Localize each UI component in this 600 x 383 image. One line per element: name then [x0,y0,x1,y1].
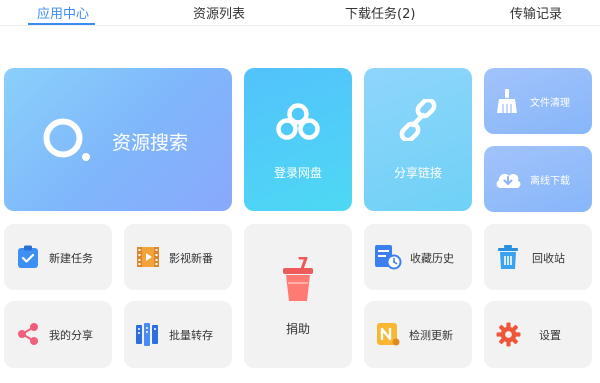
history-icon [375,245,402,270]
link-icon [399,99,437,141]
login-cloud-tile[interactable]: 登录网盘 [244,68,352,211]
batch-icon [136,323,158,346]
recycle-bin-tile[interactable]: 回收站 [484,224,592,290]
donate-tile[interactable]: 捐助 [244,224,352,368]
search-icon [43,118,90,161]
cloud-download-icon [496,173,521,188]
resource-search-label: 资源搜索 [112,132,189,154]
resource-search-tile[interactable]: 资源搜索 [4,68,232,211]
share-icon [18,323,38,345]
trash-icon [498,245,518,269]
favorites-history-tile[interactable]: 收藏历史 [364,224,472,290]
tab-app-center[interactable]: 应用中心 [37,3,89,22]
share-link-tile[interactable]: 分享链接 [364,68,472,211]
app-center-page: 应用中心 资源列表 下载任务(2) 传输记录 资源搜索 登录网盘 分享链接 文件… [0,0,600,383]
batch-save-label: 批量转存 [169,329,213,342]
settings-tile[interactable]: 设置 [484,301,592,368]
offline-download-tile[interactable]: 离线下载 [484,146,592,212]
my-share-tile[interactable]: 我的分享 [4,301,112,368]
nav-divider [0,25,600,26]
tab-download-tasks[interactable]: 下载任务(2) [345,3,415,22]
drink-cup-icon [283,257,313,301]
file-clean-tile[interactable]: 文件清理 [484,68,592,134]
favorites-history-label: 收藏历史 [410,252,454,265]
share-link-label: 分享链接 [394,166,443,180]
batch-save-tile[interactable]: 批量转存 [124,301,232,368]
tab-resource-list[interactable]: 资源列表 [193,3,245,22]
film-icon [137,247,159,267]
my-share-label: 我的分享 [49,329,93,342]
recycle-bin-label: 回收站 [532,252,565,265]
file-clean-label: 文件清理 [530,98,570,109]
new-task-label: 新建任务 [49,252,93,265]
top-tab-bar: 应用中心 资源列表 下载任务(2) 传输记录 [0,0,600,26]
new-task-tile[interactable]: 新建任务 [4,224,112,290]
settings-label: 设置 [539,329,561,342]
check-update-label: 检测更新 [409,329,453,342]
login-cloud-label: 登录网盘 [274,166,323,180]
video-anime-label: 影视新番 [169,252,213,265]
tab-transfer-records[interactable]: 传输记录 [510,3,562,22]
cloud-icon [276,103,320,140]
offline-download-label: 离线下载 [530,176,570,187]
broom-icon [497,89,517,113]
gear-icon [496,322,521,347]
video-anime-tile[interactable]: 影视新番 [124,224,232,290]
update-icon [377,323,400,346]
donate-label: 捐助 [286,322,311,336]
check-update-tile[interactable]: 检测更新 [364,301,472,368]
clipboard-check-icon [18,245,38,268]
